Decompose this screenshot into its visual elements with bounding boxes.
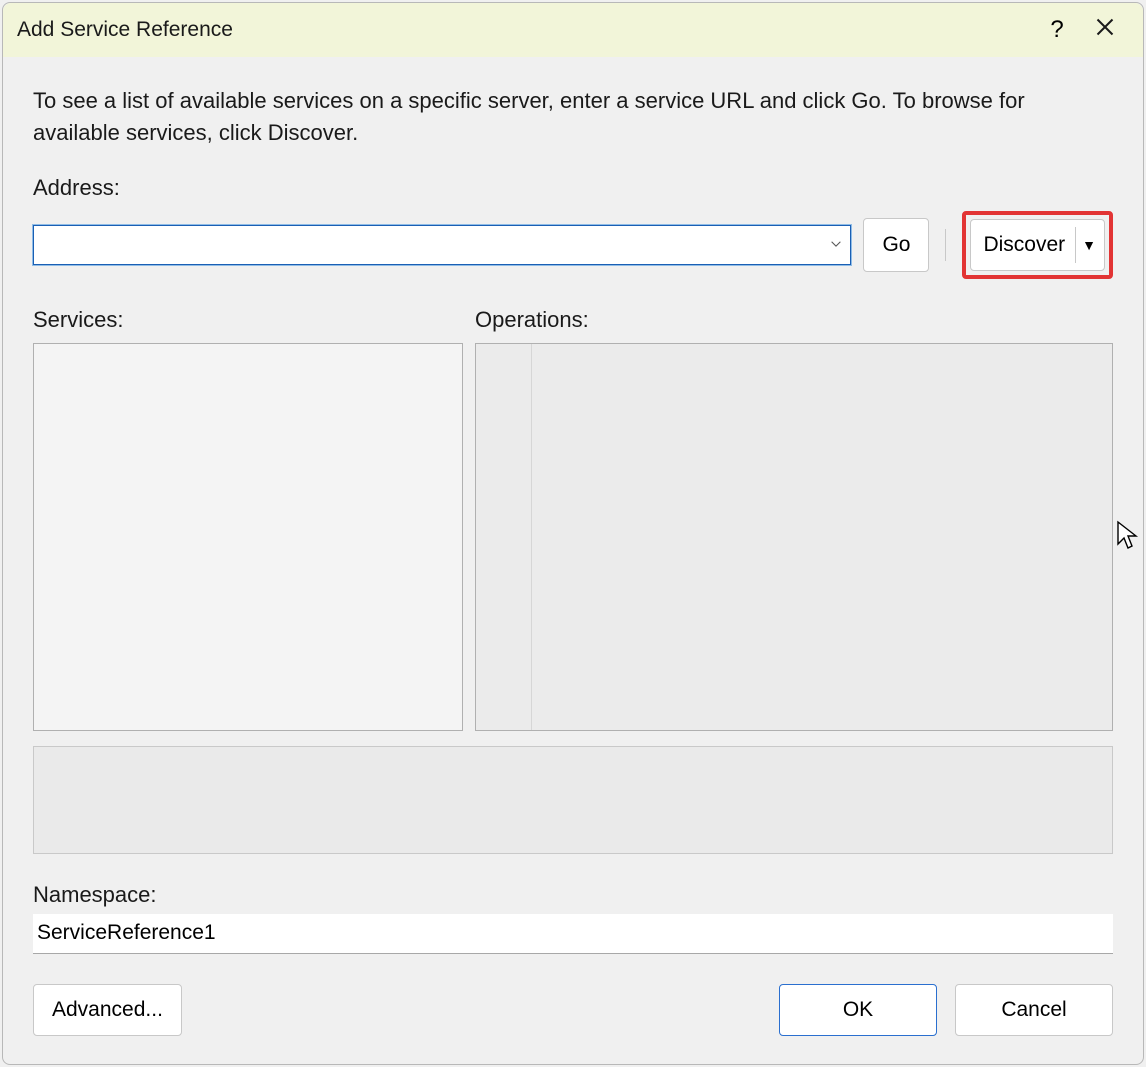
help-icon: ? [1050,16,1063,44]
advanced-button[interactable]: Advanced... [33,984,182,1036]
namespace-label: Namespace: [33,882,1113,908]
separator [945,229,946,261]
add-service-reference-dialog: Add Service Reference ? To see a list of… [2,2,1144,1065]
address-label: Address: [33,175,1113,201]
discover-button-label: Discover [983,233,1065,257]
operations-label: Operations: [475,307,1113,333]
services-column: Services: [33,307,463,731]
status-box [33,746,1113,854]
namespace-input[interactable] [33,914,1113,954]
lists-row: Services: Operations: [33,307,1113,731]
discover-highlight: Discover ▼ [962,211,1113,279]
close-icon [1095,16,1115,44]
dialog-title: Add Service Reference [17,18,1033,42]
operations-column: Operations: [475,307,1113,731]
address-combobox[interactable] [33,225,851,265]
caret-down-icon: ▼ [1082,237,1096,253]
services-listbox[interactable] [33,343,463,731]
operations-listbox[interactable] [475,343,1113,731]
help-button[interactable]: ? [1033,6,1081,54]
go-button[interactable]: Go [863,218,929,272]
close-button[interactable] [1081,6,1129,54]
footer-row: Advanced... OK Cancel [33,984,1113,1036]
ok-button[interactable]: OK [779,984,937,1036]
discover-button[interactable]: Discover ▼ [970,219,1105,271]
services-label: Services: [33,307,463,333]
column-divider [531,344,532,730]
address-input[interactable] [33,225,851,265]
address-row: Go Discover ▼ [33,211,1113,279]
instructions-text: To see a list of available services on a… [33,85,1113,149]
dialog-body: To see a list of available services on a… [3,57,1143,1064]
cancel-button[interactable]: Cancel [955,984,1113,1036]
split-divider [1075,227,1076,263]
titlebar: Add Service Reference ? [3,3,1143,57]
